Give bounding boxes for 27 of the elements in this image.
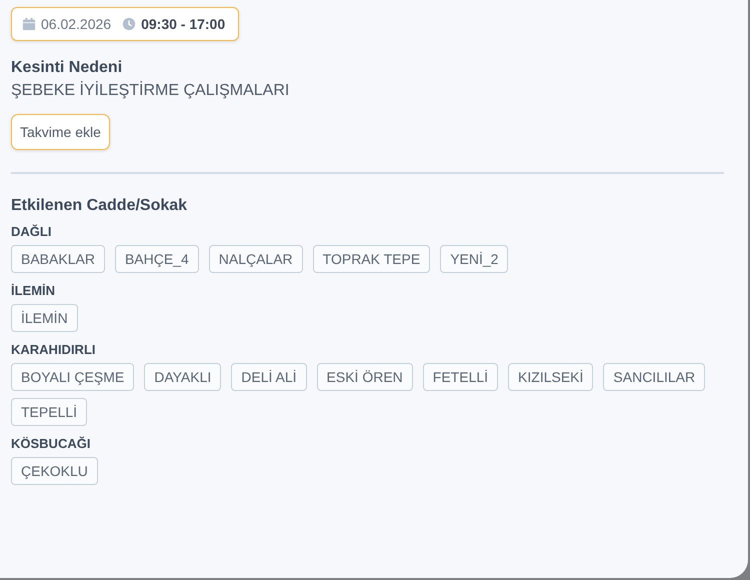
clock-icon bbox=[122, 17, 136, 31]
district-label: KÖSBUCAĞI bbox=[11, 436, 92, 451]
street-tag: YENİ_2 bbox=[440, 245, 508, 273]
street-tag: İLEMİN bbox=[11, 304, 78, 332]
district-label: DAĞLI bbox=[11, 224, 52, 239]
reason-text: ŞEBEKE İYİLEŞTİRME ÇALIŞMALARI bbox=[11, 82, 290, 100]
district-label: KARAHIDIRLI bbox=[11, 342, 96, 357]
street-tag: TOPRAK TEPE bbox=[312, 245, 430, 273]
reason-label: Kesinti Nedeni bbox=[11, 59, 124, 77]
street-tag: FETELLİ bbox=[422, 363, 498, 391]
street-tag: TEPELLİ bbox=[11, 398, 88, 426]
street-tag: BAHÇE_4 bbox=[114, 245, 199, 273]
street-tag: KIZILSEKİ bbox=[508, 363, 594, 391]
street-tag: ESKİ ÖREN bbox=[316, 363, 413, 391]
street-tag: DAYAKLI bbox=[144, 363, 222, 391]
district-label: İLEMİN bbox=[11, 283, 56, 298]
date-text: 06.02.2026 bbox=[41, 16, 112, 32]
street-tag: SANCILILAR bbox=[603, 363, 706, 391]
calendar-icon bbox=[22, 17, 36, 31]
street-tag: BOYALI ÇEŞME bbox=[11, 363, 134, 391]
add-to-calendar-button[interactable]: Takvime ekle bbox=[11, 114, 110, 150]
street-tag: DELİ ALİ bbox=[231, 363, 307, 391]
street-tag: NALÇALAR bbox=[208, 245, 303, 273]
street-tag: ÇEKOKLU bbox=[11, 457, 98, 485]
section-title: Etkilenen Cadde/Sokak bbox=[11, 197, 188, 215]
street-tag: BABAKLAR bbox=[11, 245, 105, 273]
time-text: 09:30 - 17:00 bbox=[141, 16, 226, 32]
